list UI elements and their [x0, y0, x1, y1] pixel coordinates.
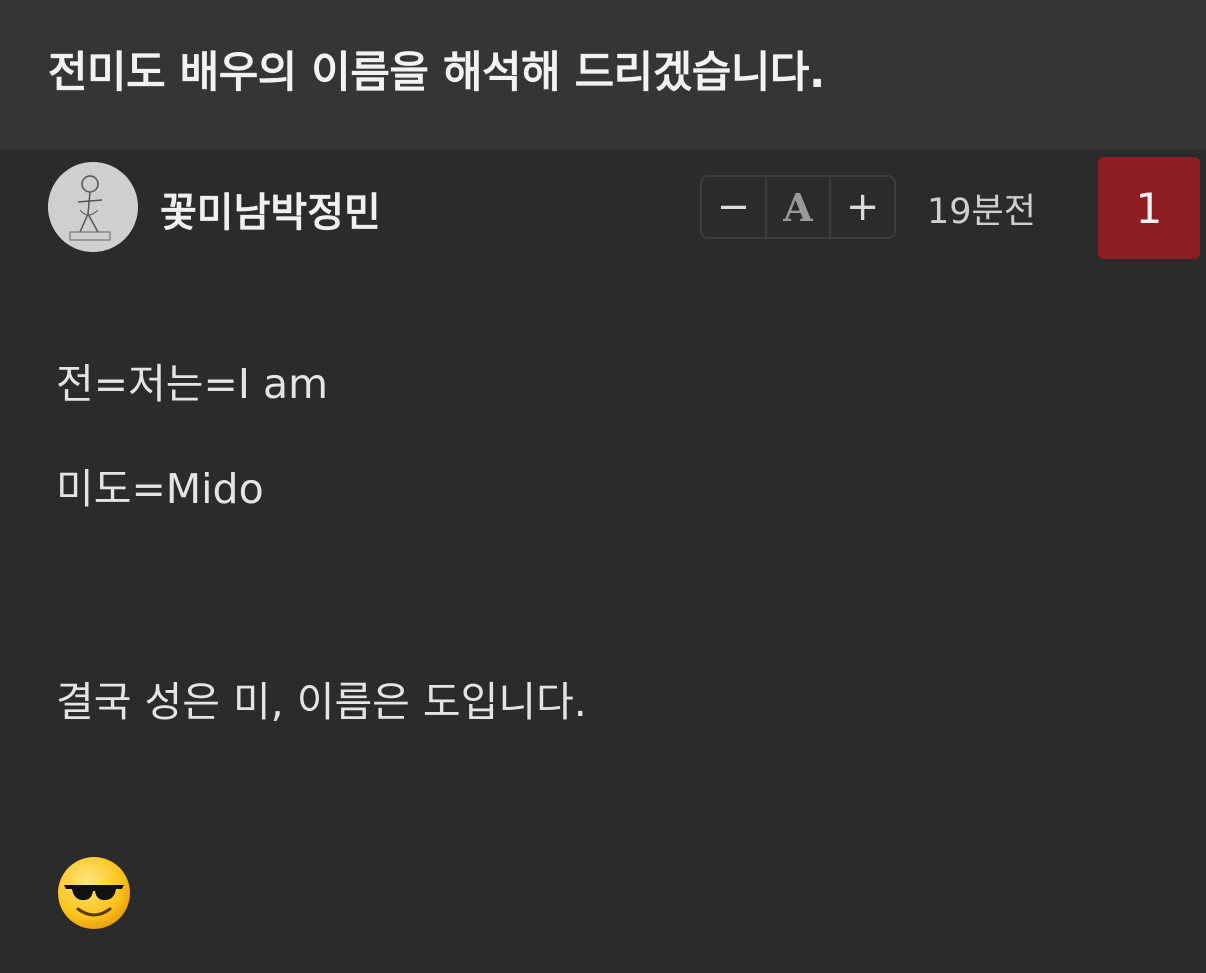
content-line-1: 전=저는=I am [56, 360, 329, 408]
comment-count-badge[interactable]: 1 [1098, 157, 1200, 259]
avatar[interactable] [48, 162, 138, 252]
content-line-3: 결국 성은 미, 이름은 도입니다. [56, 678, 587, 726]
font-size-controls: − A + [700, 175, 896, 239]
smiling-face-with-sunglasses-icon [58, 857, 130, 929]
post-timestamp: 19분전 [927, 192, 1036, 232]
content-line-2: 미도=Mido [56, 465, 264, 513]
post-header: 전미도 배우의 이름을 해석해 드리겠습니다. [0, 0, 1206, 150]
avatar-sketch-icon [48, 162, 138, 252]
font-decrease-button[interactable]: − [702, 177, 765, 237]
author-row: 꽃미남박정민 − A + 19분전 1 [0, 150, 1206, 270]
author-name[interactable]: 꽃미남박정민 [160, 180, 381, 238]
font-reset-button[interactable]: A [764, 177, 830, 237]
font-increase-button[interactable]: + [829, 177, 894, 237]
post-title: 전미도 배우의 이름을 해석해 드리겠습니다. [48, 48, 825, 98]
